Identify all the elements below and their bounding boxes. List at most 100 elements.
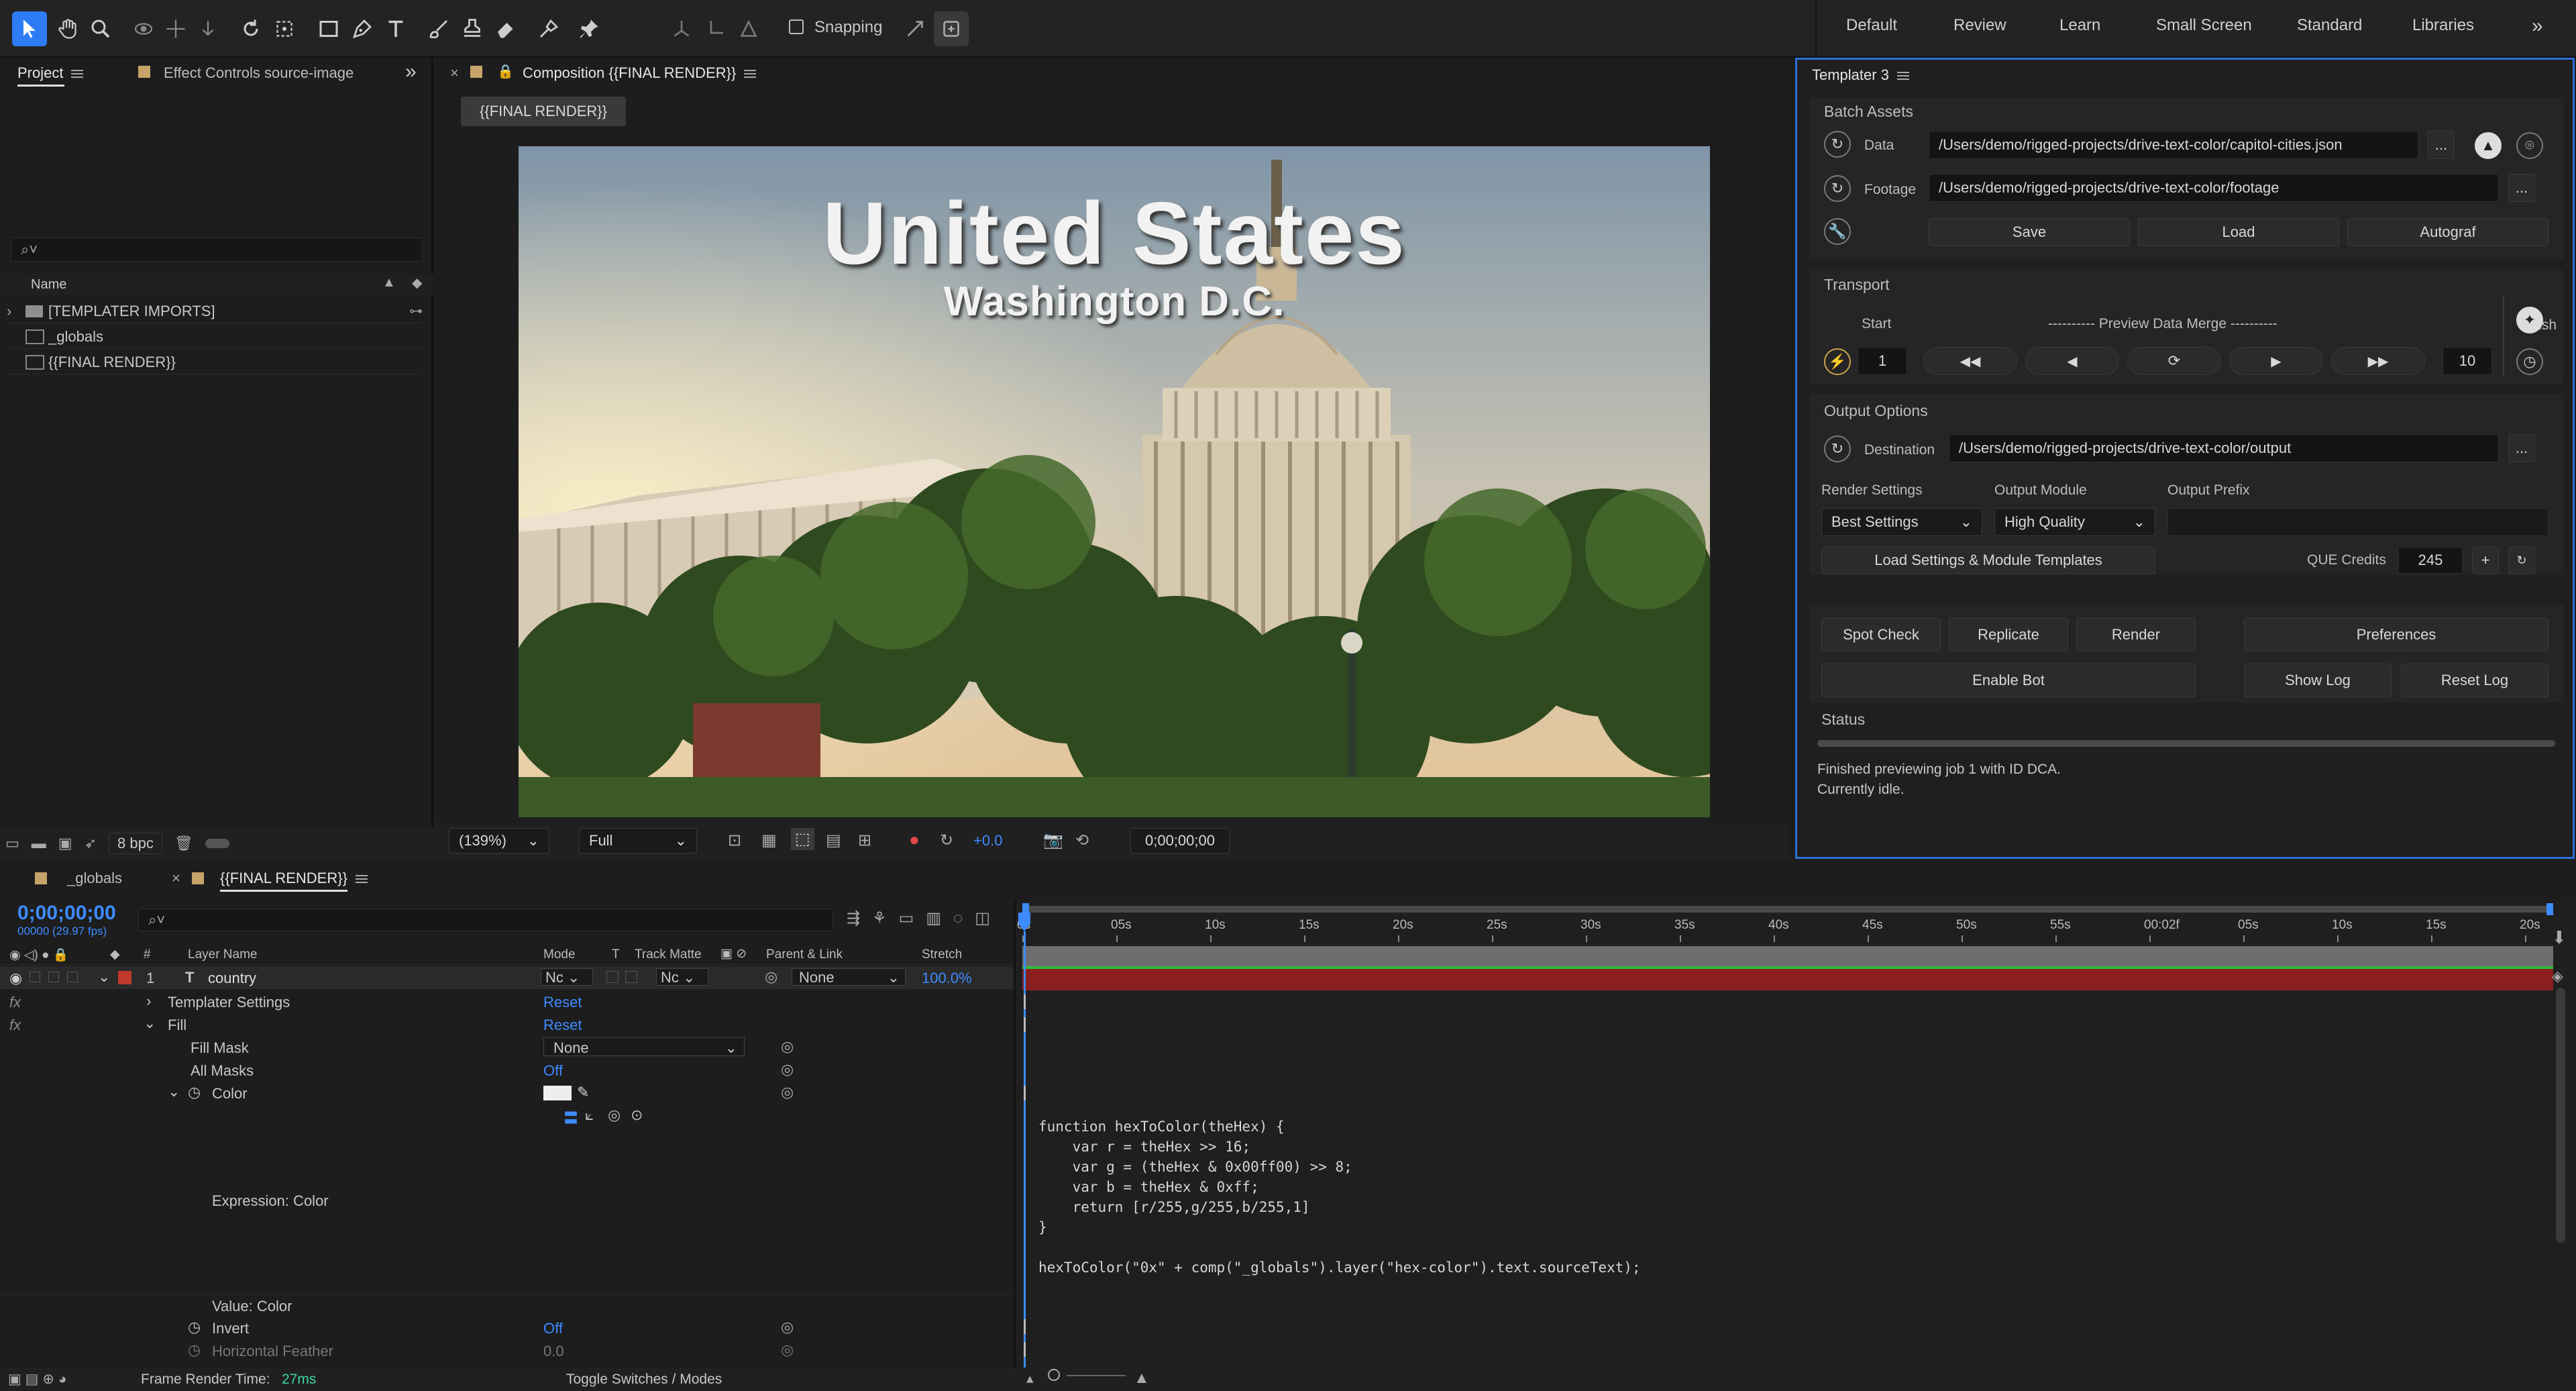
- destination-path-field[interactable]: /Users/demo/rigged-projects/drive-text-c…: [1949, 434, 2499, 462]
- project-item-final-render[interactable]: {{FINAL RENDER}}: [7, 350, 423, 374]
- preferences-button[interactable]: Preferences: [2244, 618, 2548, 652]
- snapping-features-icon[interactable]: [934, 11, 969, 46]
- cloud-drive-icon[interactable]: ▲: [2475, 132, 2502, 159]
- toggle-switches-modes[interactable]: Toggle Switches / Modes: [566, 1372, 722, 1388]
- pick-whip-icon[interactable]: ◎: [781, 1319, 794, 1336]
- reset-link[interactable]: Reset: [543, 994, 582, 1011]
- draft-3d-icon[interactable]: ⚘: [872, 909, 887, 928]
- tab-composition[interactable]: Composition {{FINAL RENDER}}: [523, 64, 757, 82]
- roto-brush-tool-icon[interactable]: [531, 11, 566, 46]
- render-button[interactable]: Render: [2076, 618, 2196, 652]
- color-swatch[interactable]: [543, 1086, 572, 1100]
- expand-layer-icon[interactable]: ⌄: [98, 968, 110, 986]
- dolly-camera-icon[interactable]: [191, 11, 225, 46]
- time-ruler[interactable]: 0s05s10s15s20s25s30s35s40s45s50s55s00:02…: [1016, 915, 2559, 942]
- tab-project[interactable]: Project: [17, 64, 84, 82]
- layer-label-color[interactable]: [118, 971, 131, 984]
- comp-breadcrumb[interactable]: {{FINAL RENDER}}: [461, 97, 626, 126]
- col-layer-name[interactable]: Layer Name: [188, 947, 258, 962]
- fx-icon[interactable]: fx: [9, 994, 21, 1011]
- fill-mask-dropdown[interactable]: None ⌄: [543, 1037, 745, 1056]
- effect-row-templater-settings[interactable]: fx › Templater Settings Reset: [0, 990, 1013, 1013]
- pan-behind-tool-icon[interactable]: [267, 11, 302, 46]
- clone-stamp-tool-icon[interactable]: [455, 11, 490, 46]
- workspace-review[interactable]: Review: [1953, 16, 2006, 35]
- selection-tool-icon[interactable]: [12, 11, 47, 46]
- panel-menu-icon[interactable]: [744, 70, 757, 79]
- puppet-pin-tool-icon[interactable]: [572, 11, 606, 46]
- previous-button[interactable]: ◀: [2025, 347, 2119, 375]
- location-pin-icon[interactable]: ⌾: [2516, 132, 2543, 159]
- panel-menu-icon[interactable]: [1896, 72, 1909, 81]
- autograf-button[interactable]: Autograf: [2347, 218, 2548, 246]
- reset-log-button[interactable]: Reset Log: [2401, 664, 2548, 697]
- rotate-tool-icon[interactable]: [233, 11, 268, 46]
- wrench-icon[interactable]: 🔧: [1824, 218, 1851, 245]
- expression-enable-icon[interactable]: 〓: [564, 1106, 578, 1128]
- close-tab-icon[interactable]: ×: [450, 64, 459, 82]
- pen-tool-icon[interactable]: [345, 11, 380, 46]
- reset-link[interactable]: Reset: [543, 1017, 582, 1034]
- zoom-slider-track[interactable]: [1067, 1375, 1126, 1376]
- comp-viewer[interactable]: United States Washington D.C.: [519, 146, 1710, 817]
- label-tag-icon[interactable]: ◆: [412, 274, 422, 291]
- show-log-button[interactable]: Show Log: [2244, 664, 2392, 697]
- project-item-globals[interactable]: _globals: [7, 325, 423, 349]
- property-row-all-masks[interactable]: All Masks Off ◎: [0, 1059, 1013, 1082]
- pick-whip-icon[interactable]: ◎: [781, 1084, 794, 1101]
- panel-menu-icon[interactable]: [355, 875, 368, 884]
- snapping-checkbox[interactable]: [789, 19, 804, 34]
- matte-toggle[interactable]: [625, 971, 637, 983]
- thumbnail-toggle[interactable]: [205, 839, 229, 848]
- visibility-eye-icon[interactable]: ◉: [9, 970, 22, 987]
- bit-depth-button[interactable]: 8 bpc: [109, 833, 162, 854]
- lock-toggle[interactable]: [48, 972, 59, 982]
- save-button[interactable]: Save: [1929, 218, 2130, 246]
- zoom-out-icon[interactable]: ▴: [1026, 1370, 1034, 1387]
- refresh-credits-button[interactable]: ↻: [2508, 547, 2535, 574]
- collapse-arrow-icon[interactable]: ⌄: [168, 1083, 180, 1100]
- timeline-search-input[interactable]: ⌕˅: [138, 909, 833, 931]
- lightning-icon[interactable]: ⚡: [1824, 348, 1851, 375]
- clock-icon[interactable]: ◷: [2516, 348, 2543, 375]
- close-tab-icon[interactable]: ×: [172, 870, 180, 887]
- title-main-text[interactable]: United States: [519, 183, 1710, 284]
- pick-whip-icon[interactable]: ◎: [781, 1341, 794, 1359]
- property-row-horizontal-feather[interactable]: ◷ Horizontal Feather 0.0 ◎: [0, 1339, 1013, 1362]
- layer-mode-dropdown[interactable]: Nc ⌄: [541, 968, 593, 986]
- comp-marker-icon[interactable]: ⬇: [2552, 927, 2567, 948]
- horizontal-feather-value[interactable]: 0.0: [543, 1343, 564, 1360]
- workspace-standard[interactable]: Standard: [2297, 16, 2362, 35]
- zoom-in-icon[interactable]: ▲: [1134, 1369, 1150, 1388]
- panel-menu-icon[interactable]: [71, 70, 84, 79]
- expression-graph-icon[interactable]: ⟀: [585, 1106, 594, 1124]
- expression-language-menu-icon[interactable]: ⊙: [631, 1106, 643, 1124]
- add-render-icon[interactable]: ✦: [2516, 307, 2543, 333]
- refresh-destination-icon[interactable]: ↻: [1824, 435, 1851, 462]
- render-settings-dropdown[interactable]: Best Settings ⌄: [1821, 508, 1982, 536]
- resolution-dropdown[interactable]: Full ⌄: [579, 828, 697, 854]
- invert-value[interactable]: Off: [543, 1320, 563, 1337]
- pick-whip-icon[interactable]: ◎: [781, 1038, 794, 1055]
- solo-toggle[interactable]: [30, 972, 40, 982]
- eraser-tool-icon[interactable]: [488, 11, 523, 46]
- interpret-footage-icon[interactable]: ▭: [5, 835, 19, 852]
- pan-camera-icon[interactable]: [158, 11, 193, 46]
- workspace-learn[interactable]: Learn: [2059, 16, 2100, 35]
- current-time-field[interactable]: 0;00;00;00: [1130, 828, 1230, 854]
- workspace-overflow-icon[interactable]: »: [2532, 15, 2543, 38]
- footage-path-field[interactable]: /Users/demo/rigged-projects/drive-text-c…: [1929, 174, 2499, 202]
- refresh-data-icon[interactable]: ↻: [1824, 131, 1851, 158]
- color-channels-icon[interactable]: ●: [909, 829, 920, 850]
- all-masks-value[interactable]: Off: [543, 1062, 563, 1080]
- align-axis-icon[interactable]: [664, 11, 699, 46]
- world-axis-icon[interactable]: [698, 11, 733, 46]
- frame-blending-icon[interactable]: ▥: [926, 909, 941, 928]
- layer-row-country[interactable]: ◉ ⌄ 1 T country Nc ⌄ Nc ⌄ ◎ None ⌄ 100.0%: [0, 966, 1013, 989]
- timeline-timecode[interactable]: 0;00;00;00: [17, 902, 116, 925]
- shy-layers-icon[interactable]: ▭: [899, 909, 914, 928]
- orbit-camera-icon[interactable]: [126, 11, 161, 46]
- first-button[interactable]: ◀◀: [1923, 347, 2017, 375]
- preserve-transparency-toggle[interactable]: [606, 971, 619, 983]
- new-comp-icon[interactable]: ▣: [58, 835, 72, 852]
